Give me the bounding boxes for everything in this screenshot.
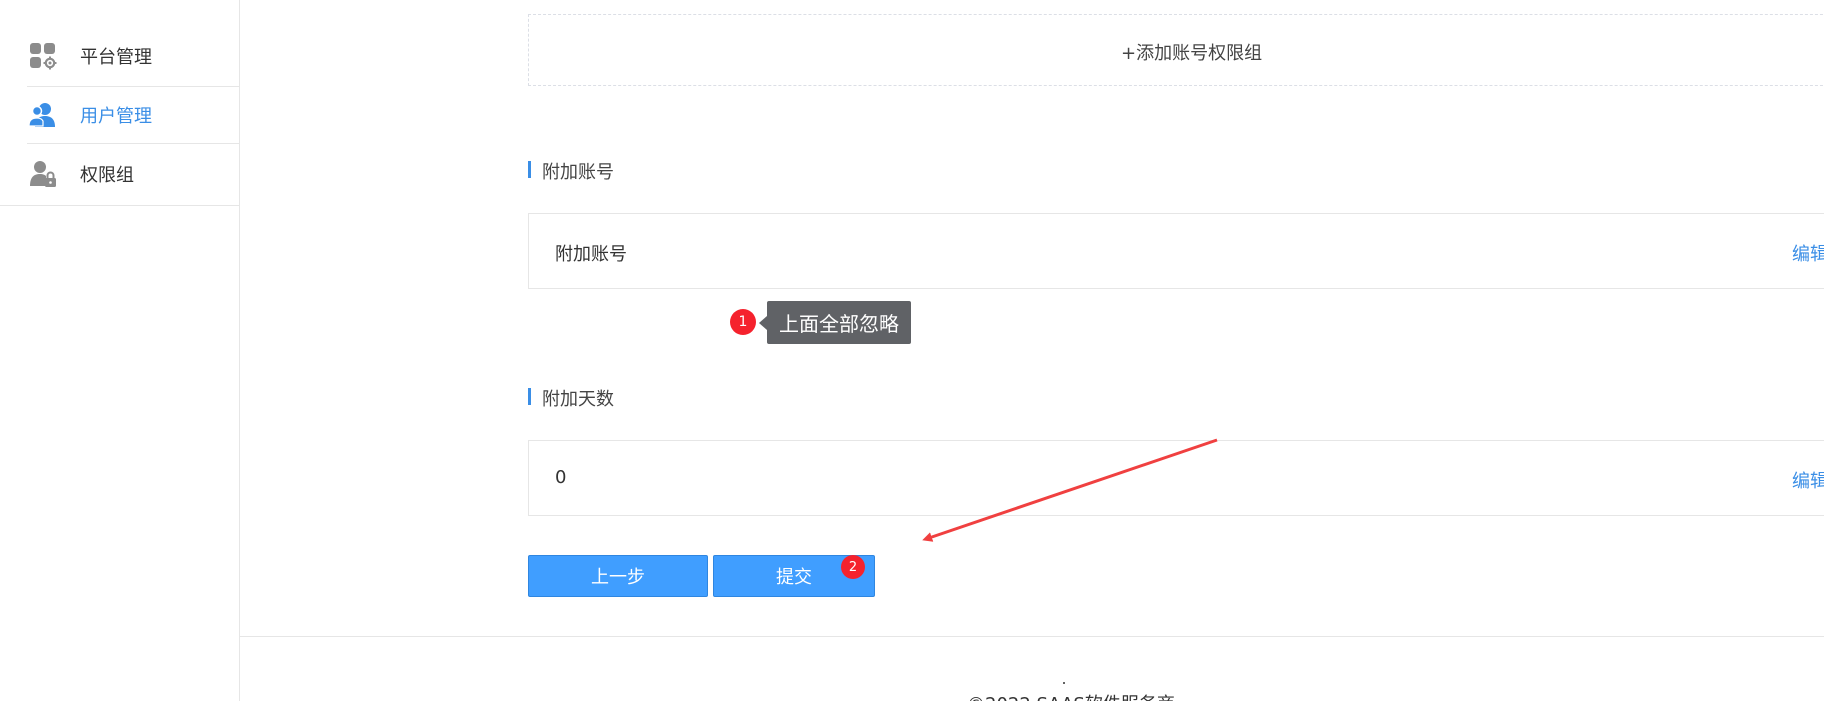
add-account-permission-group-label: +添加账号权限组 bbox=[1121, 43, 1263, 64]
annotation-tooltip-ignore-above: 上面全部忽略 bbox=[767, 301, 911, 344]
edit-extra-account-link[interactable]: 编辑 bbox=[1792, 240, 1824, 266]
section-title-extra-account: 附加账号 bbox=[528, 158, 614, 184]
annotation-arrow bbox=[922, 438, 1218, 542]
sidebar-item-label: 权限组 bbox=[80, 165, 134, 186]
extra-days-value: 0 bbox=[555, 467, 567, 488]
permission-group-icon bbox=[29, 160, 57, 188]
edit-extra-days-link[interactable]: 编辑 bbox=[1792, 467, 1824, 493]
footer-copyright: ©2022 SAAS软件服务商 bbox=[967, 690, 1175, 701]
footer-divider bbox=[240, 636, 1824, 637]
sidebar-item-permission-group[interactable]: 权限组 bbox=[0, 143, 239, 205]
extra-account-box: 附加账号 编辑 bbox=[528, 213, 1824, 289]
annotation-badge-2: 2 bbox=[841, 555, 865, 579]
platform-manage-icon bbox=[29, 42, 57, 70]
annotation-badge-1: 1 bbox=[730, 309, 756, 335]
sidebar-item-user-manage[interactable]: 用户管理 bbox=[0, 86, 239, 143]
app-frame: 平台管理 用户管理 权限组 +添加账号权限组 附加账号 附加账号 编辑 附加天数… bbox=[0, 0, 1824, 701]
section-title-extra-days: 附加天数 bbox=[528, 385, 614, 411]
previous-step-button[interactable]: 上一步 bbox=[528, 555, 708, 597]
sidebar-item-label: 平台管理 bbox=[80, 47, 152, 68]
extra-days-box: 0 编辑 bbox=[528, 440, 1824, 516]
sidebar: 平台管理 用户管理 权限组 bbox=[0, 0, 240, 701]
user-manage-icon bbox=[28, 101, 57, 129]
sidebar-item-label: 用户管理 bbox=[80, 105, 152, 127]
add-account-permission-group-button[interactable]: +添加账号权限组 bbox=[528, 14, 1824, 86]
extra-account-value: 附加账号 bbox=[555, 244, 627, 265]
sidebar-divider bbox=[0, 205, 239, 206]
sidebar-item-platform-manage[interactable]: 平台管理 bbox=[0, 26, 239, 86]
footer-dot bbox=[1063, 682, 1065, 684]
